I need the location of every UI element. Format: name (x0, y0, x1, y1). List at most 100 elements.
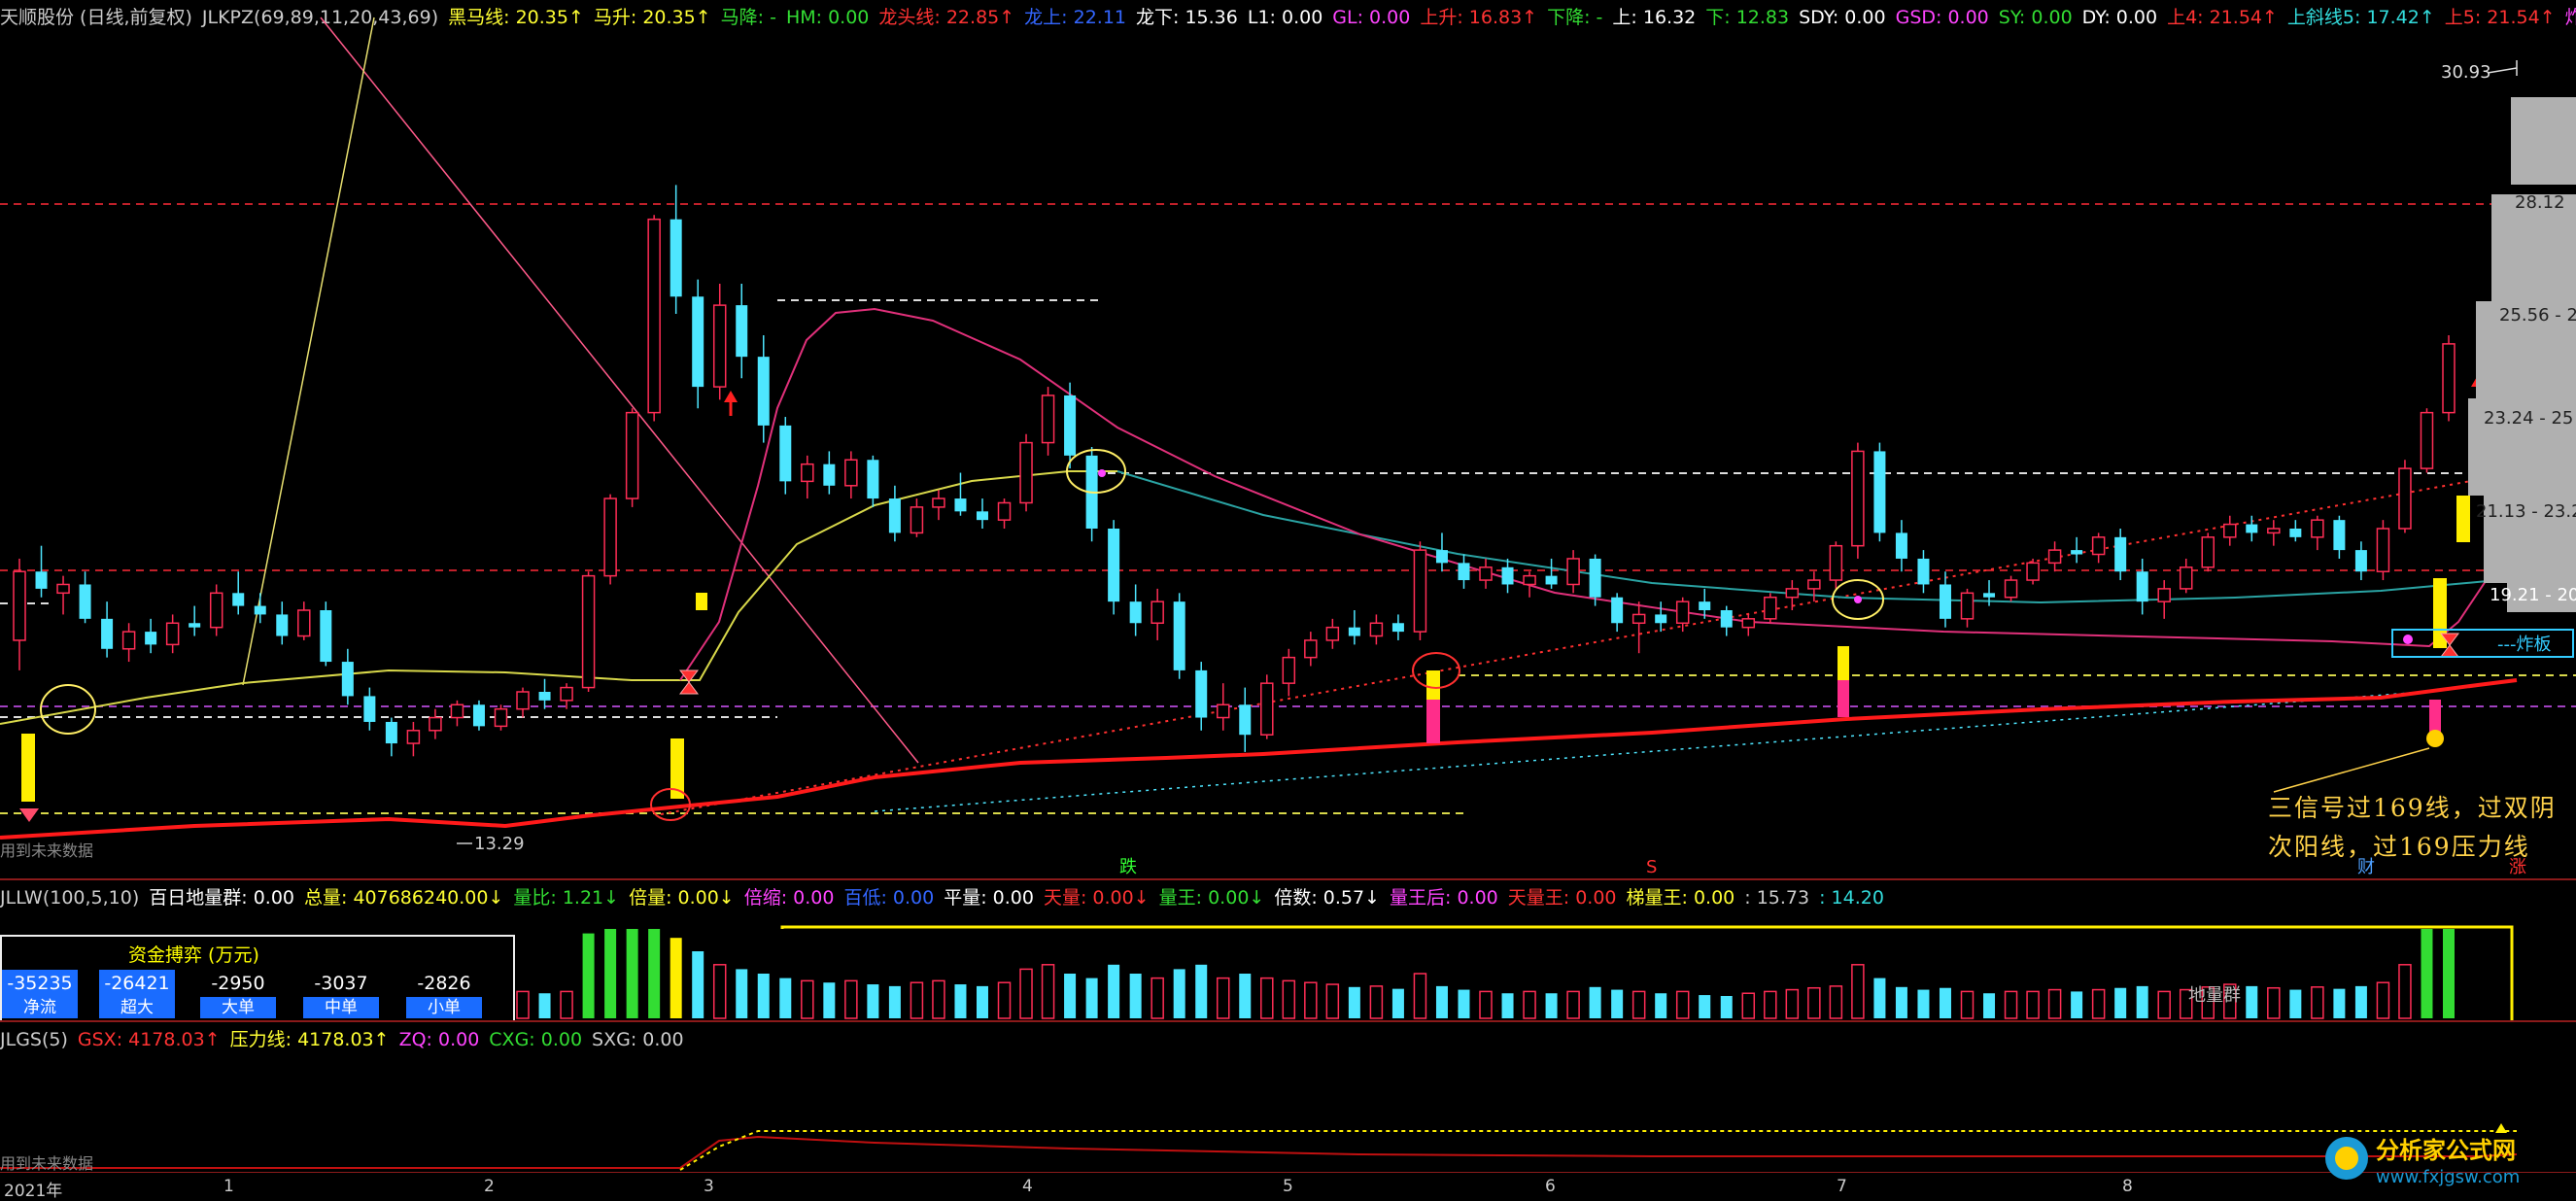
volume-bar (867, 984, 879, 1018)
candle (1501, 566, 1514, 585)
diamond-icon (19, 808, 39, 822)
volume-bar (1151, 977, 1164, 1019)
volume-bar (1064, 974, 1077, 1018)
volume-bar (2311, 986, 2324, 1019)
candle (1216, 703, 1230, 719)
candle (406, 730, 421, 744)
candle (1983, 593, 1996, 598)
candle (79, 584, 91, 619)
x-axis-label-year: 2021年 (4, 1182, 63, 1201)
candle (1917, 558, 1930, 585)
signal-s: S (1646, 857, 1657, 877)
volume-bar (2443, 929, 2455, 1018)
future-data-note-2: 用到未来数据 (0, 1154, 94, 1172)
volume-bar (648, 929, 661, 1018)
candle (2179, 566, 2193, 590)
volume-label: 地量群 (2188, 985, 2241, 1006)
ma-pink (679, 307, 2518, 681)
x-axis: 2021年 1 2 3 4 5 6 7 8 (0, 1172, 2576, 1201)
candle (1458, 563, 1470, 581)
volume-bar (1545, 993, 1558, 1018)
volume-bar (582, 933, 595, 1018)
x-axis-label-m6: 6 (1545, 1177, 1556, 1196)
candle (121, 631, 136, 650)
annotation-pointer (2273, 747, 2430, 793)
volume-bar (2114, 987, 2127, 1018)
candle (932, 498, 945, 508)
candle (603, 498, 617, 577)
candle (1391, 623, 1404, 633)
volume-bar (1479, 990, 1493, 1019)
volume-bar (1807, 986, 1821, 1019)
candle (1631, 613, 1646, 625)
x-axis-label-m1: 1 (223, 1177, 234, 1196)
fund-flow-box: 资金搏弈 (万元) -35235 净流 -26421 超大 -2950 大单 -… (0, 935, 515, 1022)
candle (1195, 669, 1208, 718)
volume-bar (1239, 974, 1252, 1018)
watermark-cn: 分析家公式网 (2376, 1137, 2516, 1164)
candle (1129, 601, 1142, 624)
candle (1785, 588, 1800, 599)
candle (801, 463, 814, 483)
candle (341, 662, 354, 697)
candle (1807, 579, 1821, 590)
volume-bar (1851, 964, 1865, 1019)
candle (450, 703, 464, 719)
price-label-range-3: 23.24 - 25 (2484, 408, 2573, 429)
volume-bar (910, 981, 924, 1019)
volume-bar (1741, 992, 1756, 1019)
candle (1239, 704, 1252, 736)
candle (472, 704, 485, 727)
candle (1304, 639, 1318, 659)
highlight-candle-yellow-7 (2456, 496, 2470, 542)
candle (1523, 574, 1536, 586)
candle (276, 614, 289, 636)
candle (2442, 343, 2456, 414)
candle (2114, 536, 2127, 572)
candle (1829, 544, 1843, 581)
watermark-icon: 分析家公式网 www.fxjgsw.com (2325, 1137, 2520, 1187)
jlgs-panel[interactable]: JLGS(5) GSX: 4178.03↑ 压力线: 4178.03↑ ZQ: 0.0… (0, 1022, 2576, 1172)
candle (209, 592, 223, 629)
zhaban-label: ---炸板 (2497, 635, 2552, 655)
volume-bar (1566, 990, 1580, 1019)
volume-bar (1413, 973, 1427, 1019)
candle (1939, 584, 1951, 619)
candle (1413, 549, 1427, 633)
highlight-candle-yellow-5 (1838, 646, 1849, 680)
volume-bar (954, 984, 967, 1018)
candle (1260, 682, 1274, 736)
candle (297, 609, 311, 637)
volume-bar (1589, 986, 1601, 1018)
jlgs-yellow-line (679, 1130, 2517, 1171)
volume-bar (1960, 990, 1975, 1019)
candle (254, 605, 266, 615)
candle (2289, 529, 2302, 537)
volume-bar (2071, 991, 2083, 1018)
candle (1282, 656, 1296, 684)
candle (625, 411, 639, 499)
candle (692, 296, 704, 388)
x-axis-label-m7: 7 (1837, 1177, 1847, 1196)
volume-bar (1523, 990, 1536, 1019)
volume-bar (1699, 995, 1711, 1018)
candlestick-chart[interactable]: 30.93 28.12 25.56 - 2 23.24 - 25 21.13 -… (0, 0, 2576, 878)
candle (2311, 519, 2324, 538)
candle (2267, 528, 2281, 534)
x-axis-label-m5: 5 (1283, 1177, 1293, 1196)
volume-bar (1129, 974, 1142, 1018)
x-axis-label-m2: 2 (484, 1177, 495, 1196)
candle (1764, 596, 1777, 620)
candle (736, 305, 748, 358)
volume-bar (1917, 989, 1930, 1018)
volume-bar (1785, 988, 1800, 1019)
volume-bar (2421, 929, 2433, 1018)
jlgs-red-line (0, 1135, 2518, 1169)
annotation-line-1: 三信号过169线，过双阴 (2268, 794, 2557, 822)
price-panel[interactable]: 天顺股份 (日线,前复权) JLKPZ(69,89,11,20,43,69) 黑马线… (0, 0, 2576, 878)
candle (145, 632, 157, 645)
volume-bar (2047, 988, 2062, 1019)
candle (670, 219, 682, 297)
highlight-candle-yellow-4 (1426, 670, 1440, 700)
candle (1960, 592, 1975, 620)
